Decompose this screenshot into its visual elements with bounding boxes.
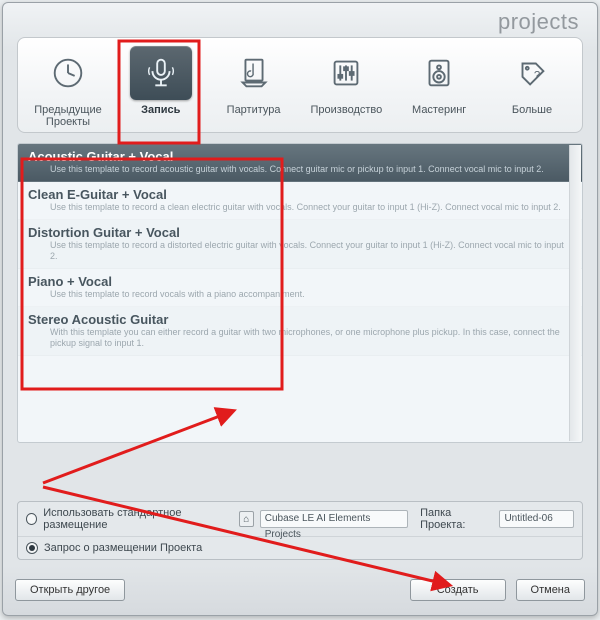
template-desc: Use this template to record vocals with … [28, 289, 572, 300]
score-sheet-icon [223, 46, 285, 100]
option-label: Использовать стандартное размещение [43, 507, 233, 531]
radio-icon [26, 513, 37, 525]
tab-label: Запись [117, 104, 205, 116]
open-other-button[interactable]: Открыть другое [15, 579, 125, 601]
tag-question-icon: ? [501, 46, 563, 100]
tab-label: Больше [488, 104, 576, 116]
tab-label: Партитура [210, 104, 298, 116]
tab-production[interactable]: Производство [302, 46, 390, 128]
template-item[interactable]: Distortion Guitar + Vocal Use this templ… [18, 220, 582, 269]
mixer-sliders-icon [315, 46, 377, 100]
template-title: Stereo Acoustic Guitar [28, 312, 572, 327]
tab-previous-projects[interactable]: Предыдущие Проекты [24, 46, 112, 128]
brand-label: projects [498, 9, 579, 35]
browse-path-button[interactable]: ⌂ [239, 511, 254, 527]
option-label: Запрос о размещении Проекта [44, 542, 202, 554]
template-title: Acoustic Guitar + Vocal [28, 149, 572, 164]
template-item[interactable]: Stereo Acoustic Guitar With this templat… [18, 307, 582, 356]
folder-label: Папка Проекта: [420, 507, 493, 531]
speaker-icon [408, 46, 470, 100]
tab-more[interactable]: ? Больше [488, 46, 576, 128]
tab-recording[interactable]: Запись [117, 46, 205, 128]
list-scrollbar[interactable] [569, 145, 581, 441]
project-assistant-window: projects Предыдущие Проекты Запись [2, 2, 598, 616]
template-item[interactable]: Piano + Vocal Use this template to recor… [18, 269, 582, 307]
category-tab-bar: Предыдущие Проекты Запись [17, 37, 583, 133]
tab-score[interactable]: Партитура [210, 46, 298, 128]
tab-label: Производство [302, 104, 390, 116]
create-button[interactable]: Создать [410, 579, 506, 601]
project-location-options: Использовать стандартное размещение ⌂ Cu… [17, 501, 583, 560]
cancel-button[interactable]: Отмена [516, 579, 585, 601]
template-title: Piano + Vocal [28, 274, 572, 289]
project-folder-field[interactable]: Untitled-06 [499, 510, 574, 528]
template-title: Distortion Guitar + Vocal [28, 225, 572, 240]
template-item[interactable]: Clean E-Guitar + Vocal Use this template… [18, 182, 582, 220]
radio-icon [26, 542, 38, 554]
microphone-icon [130, 46, 192, 100]
template-title: Clean E-Guitar + Vocal [28, 187, 572, 202]
titlebar: projects [3, 3, 597, 31]
tab-label: Мастеринг [395, 104, 483, 116]
dialog-footer: Открыть другое Создать Отмена [15, 579, 585, 601]
template-list: Acoustic Guitar + Vocal Use this templat… [17, 143, 583, 443]
tab-mastering[interactable]: Мастеринг [395, 46, 483, 128]
clock-icon [37, 46, 99, 100]
template-desc: Use this template to record a clean elec… [28, 202, 572, 213]
option-use-default-location[interactable]: Использовать стандартное размещение ⌂ Cu… [18, 502, 582, 537]
template-desc: With this template you can either record… [28, 327, 572, 349]
template-desc: Use this template to record a distorted … [28, 240, 572, 262]
template-item[interactable]: Acoustic Guitar + Vocal Use this templat… [18, 144, 582, 182]
svg-text:?: ? [534, 70, 540, 82]
tab-label: Предыдущие Проекты [24, 104, 112, 128]
default-path-field[interactable]: Cubase LE AI Elements Projects [260, 510, 408, 528]
template-desc: Use this template to record acoustic gui… [28, 164, 572, 175]
